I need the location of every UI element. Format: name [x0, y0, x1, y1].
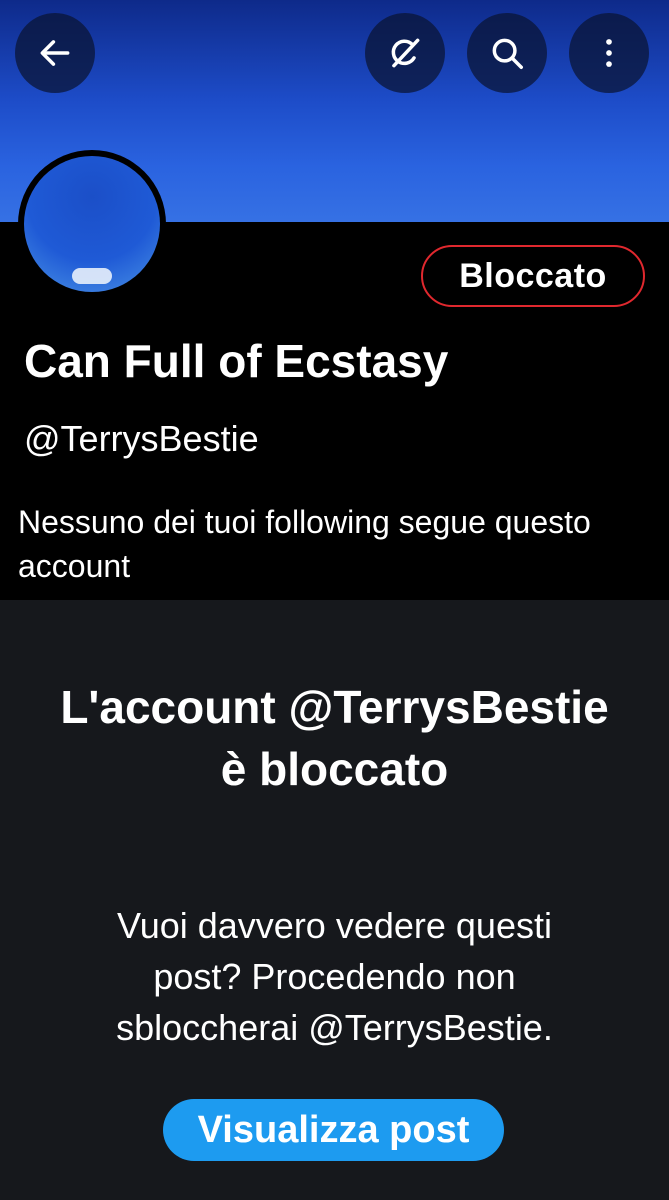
back-button[interactable]: [15, 13, 95, 93]
more-options-button[interactable]: [569, 13, 649, 93]
blocked-notice-title: L'account @TerrysBestie è bloccato: [60, 681, 609, 795]
blocked-button[interactable]: Bloccato: [421, 245, 645, 307]
more-vertical-icon: [606, 39, 612, 67]
avatar[interactable]: [18, 150, 166, 298]
display-name: Can Full of Ecstasy: [24, 335, 449, 387]
followers-you-know-text: Nessuno dei tuoi following segue questo …: [18, 504, 591, 584]
blocked-notice-description: Vuoi davvero vedere questi post? Procede…: [116, 905, 553, 1048]
avatar-cloud: [72, 268, 112, 284]
arrow-left-icon: [40, 40, 70, 66]
avatar-image: [24, 156, 160, 292]
search-button[interactable]: [467, 13, 547, 93]
search-icon: [492, 38, 523, 69]
view-posts-button[interactable]: Visualizza post: [163, 1099, 504, 1161]
grok-button[interactable]: [365, 13, 445, 93]
profile-handle: @TerrysBestie: [24, 418, 259, 459]
grok-icon: [391, 38, 420, 68]
